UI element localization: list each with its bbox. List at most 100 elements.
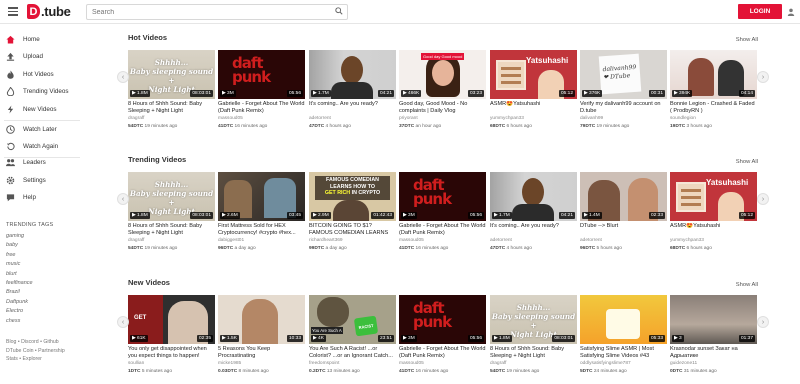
video-title[interactable]: Gabrielle - Forget About The World (Daft… xyxy=(399,346,486,360)
tag-link[interactable]: baby xyxy=(6,241,33,250)
sidebar-item-watch-later[interactable]: Watch Later xyxy=(0,122,84,136)
video-author[interactable]: priyorant xyxy=(399,116,418,121)
video-thumbnail[interactable]: ▶ 3 01:37 xyxy=(670,295,757,344)
video-author[interactable]: micke1985 xyxy=(218,361,241,366)
sidebar-item-new-videos[interactable]: New Videos xyxy=(0,102,84,116)
video-card[interactable]: Shhhh... Baby sleeping sound + Night Light ▶… xyxy=(490,295,577,381)
video-thumbnail[interactable]: Shhhh... Baby sleeping sound + Night Light ▶… xyxy=(128,172,215,221)
tag-link[interactable]: blurt xyxy=(6,270,33,279)
video-thumbnail[interactable]: ▶ 394K 04:14 xyxy=(670,50,757,99)
video-title[interactable]: Krasnodar sunset Закат на Адрыатике xyxy=(670,346,757,360)
video-author[interactable]: yummychpan33 xyxy=(490,116,524,121)
video-title[interactable]: 5 Reasons You Keep Procrastinating xyxy=(218,346,305,360)
video-title[interactable]: Verify my dalivanh99 account on D.tube xyxy=(580,101,667,115)
video-author[interactable]: massoud05 xyxy=(399,238,424,243)
show-all-link-new-videos[interactable]: Show All xyxy=(736,282,758,288)
video-thumbnail[interactable]: ▶ 1.5K 10:33 xyxy=(218,295,305,344)
show-all-link-hot-videos[interactable]: Show All xyxy=(736,37,758,43)
video-title[interactable]: Good day, Good Mood - No complaints | Da… xyxy=(399,101,486,115)
video-author[interactable]: richardheart369 xyxy=(309,238,343,243)
tag-link[interactable]: feelfinance xyxy=(6,279,33,288)
sidebar-item-settings[interactable]: Settings xyxy=(0,173,84,187)
carousel-next-arrow-icon[interactable]: › xyxy=(757,316,769,328)
carousel-prev-arrow-icon[interactable]: ‹ xyxy=(117,193,129,205)
sidebar-item-help[interactable]: Help xyxy=(0,191,84,205)
user-icon[interactable] xyxy=(787,8,795,16)
video-card[interactable]: ▶ 1.7M 04:21 It's coming.. Are you ready? a… xyxy=(309,50,396,136)
video-title[interactable]: 8 Hours of Shhh Sound: Baby Sleeping + N… xyxy=(128,101,215,115)
tag-link[interactable]: Brazil xyxy=(6,288,33,297)
video-card[interactable]: dalivanh99 ❤ DTube ▶ 376K 00:31 Verify my da… xyxy=(580,50,667,136)
video-author[interactable]: dalivanh99 xyxy=(580,116,603,121)
video-card[interactable]: ▶ 394K 04:14 Bonnie Legion - Crashed & Fad… xyxy=(670,50,757,136)
video-card[interactable]: FAMOUS COMEDIAN LEARNS HOW TO GET RICH IN … xyxy=(309,172,396,258)
video-author[interactable]: dragraff xyxy=(490,361,506,366)
search-icon[interactable] xyxy=(335,7,343,15)
sidebar-item-leaders[interactable]: Leaders xyxy=(0,155,84,169)
video-author[interactable]: soullian xyxy=(128,361,144,366)
video-title[interactable]: Bonnie Legion - Crashed & Faded ( Prodby… xyxy=(670,101,757,115)
video-author[interactable]: dabiggest01 xyxy=(218,238,244,243)
search-input[interactable] xyxy=(86,4,348,20)
video-author[interactable]: adetorrent xyxy=(309,116,331,121)
video-title[interactable]: First Mattress Sold for HEX Cryptocurren… xyxy=(218,223,305,237)
video-thumbnail[interactable]: ▶ 1.7M 04:21 xyxy=(309,50,396,99)
carousel-prev-arrow-icon[interactable]: ‹ xyxy=(117,316,129,328)
video-card[interactable]: daft punk ▶ 3M 05:56 Gabrielle - Forget Abou… xyxy=(399,295,486,381)
video-title[interactable]: Gabrielle - Forget About The World (Daft… xyxy=(218,101,305,115)
dtube-logo[interactable]: D .tube xyxy=(27,3,71,20)
video-title[interactable]: It's coming.. Are you ready? xyxy=(490,223,577,230)
video-card[interactable]: Shhhh... Baby sleeping sound + Night Light ▶… xyxy=(128,50,215,136)
video-card[interactable]: Yatsuhashi 05:12 ASMR😍Yatsuhashi yummychpan… xyxy=(670,172,757,258)
footer-line[interactable]: Stats • Explorer xyxy=(6,355,65,364)
hamburger-menu-icon[interactable] xyxy=(8,7,18,16)
sidebar-item-upload[interactable]: Upload xyxy=(0,50,84,64)
video-thumbnail[interactable]: dalivanh99 ❤ DTube ▶ 376K 00:31 xyxy=(580,50,667,99)
show-all-link-trending-videos[interactable]: Show All xyxy=(736,159,758,165)
video-thumbnail[interactable]: Shhhh... Baby sleeping sound + Night Light ▶… xyxy=(490,295,577,344)
video-thumbnail[interactable]: Shhhh... Baby sleeping sound + Night Light ▶… xyxy=(128,50,215,99)
video-card[interactable]: ▶ 1.4M 02:33 DTube --> Blurt adetorrent 96DT… xyxy=(580,172,667,258)
video-author[interactable]: adetorrent xyxy=(490,238,512,243)
video-author[interactable]: dragraff xyxy=(128,116,144,121)
video-thumbnail[interactable]: FAMOUS COMEDIAN LEARNS HOW TO GET RICH IN … xyxy=(309,172,396,221)
tag-link[interactable]: music xyxy=(6,260,33,269)
video-author[interactable]: freedomspoint xyxy=(309,361,339,366)
video-author[interactable]: massoud05 xyxy=(218,116,243,121)
video-thumbnail[interactable]: Good day Good mood ▶ 466K 03:23 xyxy=(399,50,486,99)
video-thumbnail[interactable]: ▶ 2.6M 03:45 xyxy=(218,172,305,221)
carousel-next-arrow-icon[interactable]: › xyxy=(757,193,769,205)
video-title[interactable]: ASMR😍Yatsuhashi xyxy=(490,101,577,108)
video-card[interactable]: ▶ 1.7M 04:21 It's coming.. Are you ready? a… xyxy=(490,172,577,258)
video-title[interactable]: ASMR😍Yatsuhashi xyxy=(670,223,757,230)
sidebar-item-watch-again[interactable]: Watch Again xyxy=(0,140,84,154)
video-title[interactable]: It's coming.. Are you ready? xyxy=(309,101,396,108)
footer-line[interactable]: DTube Coin • Partnership xyxy=(6,347,65,356)
login-button[interactable]: LOGIN xyxy=(738,4,782,19)
video-card[interactable]: You Are Such A RACIST ▶ 4K 23:51 You Are Suc… xyxy=(309,295,396,381)
video-thumbnail[interactable]: daft punk ▶ 3M 05:56 xyxy=(399,295,486,344)
video-card[interactable]: GET ▶ 61K 02:35 You only get disappointed w… xyxy=(128,295,215,381)
video-card[interactable]: 05:33 Satisfying Slime ASMR | Most Satisf… xyxy=(580,295,667,381)
video-title[interactable]: Gabrielle - Forget About The World (Daft… xyxy=(399,223,486,237)
tag-link[interactable]: Electro xyxy=(6,307,33,316)
carousel-next-arrow-icon[interactable]: › xyxy=(757,71,769,83)
video-title[interactable]: You Are Such A Racist! ...or Colorist? .… xyxy=(309,346,396,360)
video-title[interactable]: Satisfying Slime ASMR | Most Satisfying … xyxy=(580,346,667,360)
video-author[interactable]: oddlysatisfyingslime787 xyxy=(580,361,631,366)
video-author[interactable]: guidezone11 xyxy=(670,361,697,366)
video-author[interactable]: adetorrent xyxy=(580,238,602,243)
footer-line[interactable]: Blog • Discord • Github xyxy=(6,338,65,347)
video-title[interactable]: 8 Hours of Shhh Sound: Baby Sleeping + N… xyxy=(490,346,577,360)
video-card[interactable]: ▶ 3 01:37 Krasnodar sunset Закат на Адрыат… xyxy=(670,295,757,381)
video-title[interactable]: 8 Hours of Shhh Sound: Baby Sleeping + N… xyxy=(128,223,215,237)
video-thumbnail[interactable]: ▶ 1.4M 02:33 xyxy=(580,172,667,221)
video-thumbnail[interactable]: Yatsuhashi 05:12 xyxy=(670,172,757,221)
sidebar-item-trending-videos[interactable]: Trending Videos xyxy=(0,85,84,99)
tag-link[interactable]: gaming xyxy=(6,232,33,241)
video-thumbnail[interactable]: GET ▶ 61K 02:35 xyxy=(128,295,215,344)
video-thumbnail[interactable]: 05:33 xyxy=(580,295,667,344)
video-thumbnail[interactable]: Yatsuhashi 05:12 xyxy=(490,50,577,99)
video-title[interactable]: You only get disappointed when you expec… xyxy=(128,346,215,360)
video-card[interactable]: ▶ 1.5K 10:33 5 Reasons You Keep Procrastin… xyxy=(218,295,305,381)
